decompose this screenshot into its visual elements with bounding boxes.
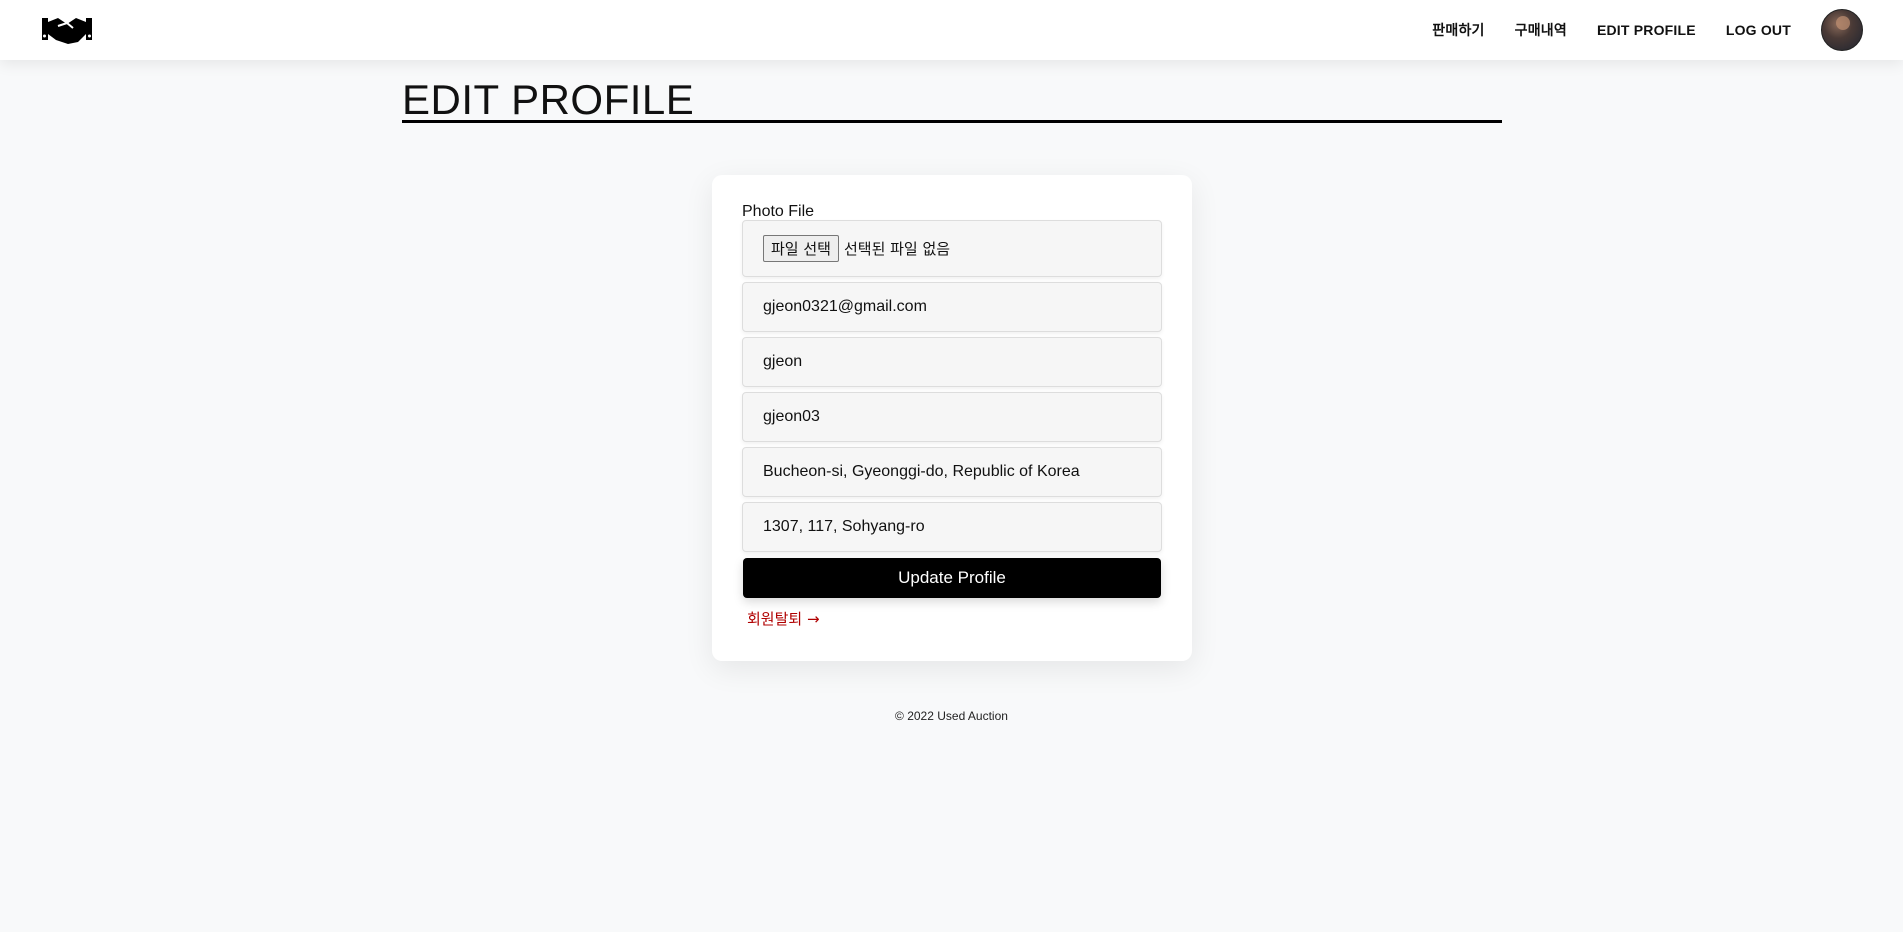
nav-link-purchases[interactable]: 구매내역: [1515, 20, 1567, 40]
name-field[interactable]: [742, 337, 1162, 387]
handshake-logo-icon[interactable]: [40, 12, 94, 46]
file-status-text: 선택된 파일 없음: [843, 240, 951, 258]
withdraw-link[interactable]: 회원탈퇴 →: [747, 608, 820, 629]
nav-link-edit-profile[interactable]: EDIT PROFILE: [1597, 22, 1696, 38]
photo-file-input[interactable]: 파일 선택 선택된 파일 없음: [742, 220, 1162, 277]
address-field[interactable]: [742, 447, 1162, 497]
address-detail-field[interactable]: [742, 502, 1162, 552]
navbar: 판매하기 구매내역 EDIT PROFILE LOG OUT: [0, 0, 1903, 60]
nav-links: 판매하기 구매내역 EDIT PROFILE LOG OUT: [1402, 0, 1863, 60]
email-field[interactable]: [742, 282, 1162, 332]
nav-link-logout[interactable]: LOG OUT: [1726, 22, 1791, 38]
username-field[interactable]: [742, 392, 1162, 442]
photo-file-label: Photo File: [742, 203, 815, 220]
file-select-button[interactable]: 파일 선택: [763, 235, 839, 262]
page-title: EDIT PROFILE: [402, 76, 695, 123]
nav-link-sell[interactable]: 판매하기: [1432, 20, 1484, 40]
update-profile-button[interactable]: Update Profile: [743, 558, 1161, 598]
avatar[interactable]: [1821, 9, 1863, 51]
edit-profile-form: Photo File 파일 선택 선택된 파일 없음 Update Profil…: [712, 175, 1192, 661]
page-title-container: EDIT PROFILE: [402, 76, 1502, 123]
footer: © 2022 Used Auction: [895, 709, 1008, 723]
